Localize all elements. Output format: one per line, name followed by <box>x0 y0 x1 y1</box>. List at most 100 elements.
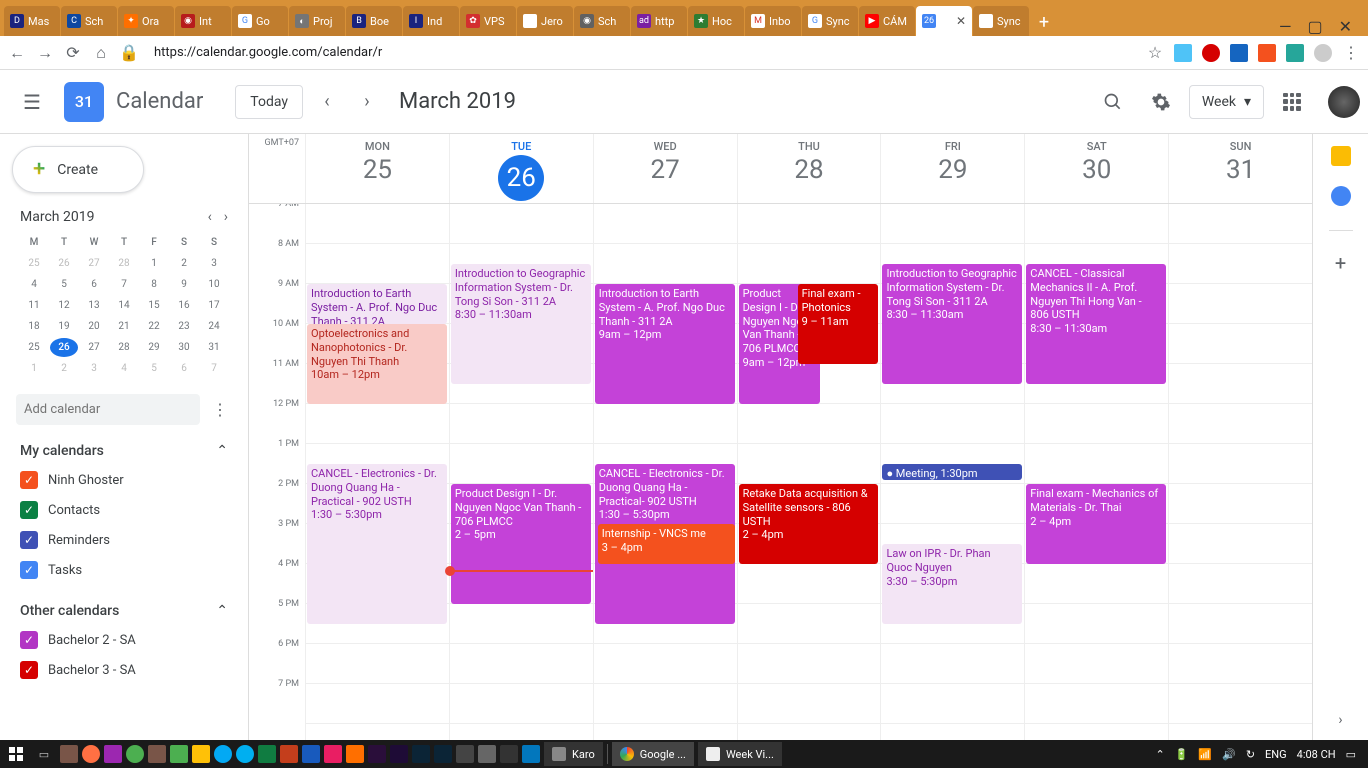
mini-day[interactable]: 4 <box>110 359 138 378</box>
mini-day[interactable]: 5 <box>50 275 78 294</box>
mini-day[interactable]: 25 <box>20 254 48 273</box>
taskbar-icon[interactable] <box>104 745 122 763</box>
profile-icon[interactable] <box>1314 44 1332 62</box>
lock-icon[interactable]: 🔒 <box>120 44 138 62</box>
star-icon[interactable]: ☆ <box>1146 44 1164 62</box>
calendar-event[interactable]: CANCEL - Classical Mechanics II - A. Pro… <box>1026 264 1166 384</box>
browser-tab[interactable]: GSync <box>802 6 858 36</box>
day-column[interactable]: CANCEL - Classical Mechanics II - A. Pro… <box>1024 204 1168 740</box>
day-column[interactable]: Introduction to Geographic Information S… <box>449 204 593 740</box>
browser-tab[interactable]: BBoe <box>346 6 402 36</box>
mini-day[interactable]: 2 <box>50 359 78 378</box>
calendar-event[interactable]: Introduction to Geographic Information S… <box>451 264 591 384</box>
taskbar-icon[interactable] <box>126 745 144 763</box>
browser-tab[interactable]: GGo <box>232 6 288 36</box>
tray-chevron-icon[interactable]: ⌃ <box>1156 748 1165 761</box>
mini-day[interactable]: 22 <box>140 317 168 336</box>
settings-icon[interactable] <box>1141 82 1181 122</box>
calendar-item[interactable]: ✓Tasks <box>20 555 228 585</box>
mini-day[interactable]: 19 <box>50 317 78 336</box>
mini-day[interactable]: 24 <box>200 317 228 336</box>
mini-next-button[interactable]: › <box>224 209 228 225</box>
mini-day[interactable]: 1 <box>140 254 168 273</box>
mini-day[interactable]: 3 <box>80 359 108 378</box>
mini-day[interactable]: 15 <box>140 296 168 315</box>
mini-day[interactable]: 9 <box>170 275 198 294</box>
mini-day[interactable]: 11 <box>20 296 48 315</box>
menu-icon[interactable]: ⋮ <box>1342 44 1360 62</box>
mini-day[interactable]: 23 <box>170 317 198 336</box>
close-tab-icon[interactable]: ✕ <box>956 14 966 28</box>
mini-day[interactable]: 8 <box>140 275 168 294</box>
mini-day[interactable]: 5 <box>140 359 168 378</box>
calendar-event[interactable]: Introduction to Earth System - A. Prof. … <box>595 284 735 404</box>
mini-day[interactable]: 31 <box>200 338 228 357</box>
minimize-button[interactable]: — <box>1279 17 1292 36</box>
tasks-icon[interactable] <box>1331 186 1351 206</box>
mini-day[interactable]: 29 <box>140 338 168 357</box>
powerpoint-icon[interactable] <box>280 745 298 763</box>
calendar-event[interactable]: Introduction to Earth System - A. Prof. … <box>307 284 447 324</box>
mini-day[interactable]: 4 <box>20 275 48 294</box>
day-column[interactable] <box>1168 204 1312 740</box>
close-window-button[interactable]: ✕ <box>1339 17 1352 36</box>
add-on-button[interactable]: + <box>1335 251 1346 275</box>
taskbar-icon[interactable] <box>82 745 100 763</box>
home-button[interactable]: ⌂ <box>92 44 110 62</box>
mini-day[interactable]: 13 <box>80 296 108 315</box>
calendar-event[interactable]: Final exam - Photonics9 – 11am <box>798 284 879 364</box>
checkbox-icon[interactable]: ✓ <box>20 561 38 579</box>
calendar-item[interactable]: ✓Bachelor 3 - SA <box>20 655 228 685</box>
create-button[interactable]: + Create <box>12 146 144 193</box>
prev-week-button[interactable]: ‹ <box>311 86 343 118</box>
day-column[interactable]: Introduction to Earth System - A. Prof. … <box>593 204 737 740</box>
mini-day[interactable]: 6 <box>170 359 198 378</box>
browser-tab[interactable]: ◉Int <box>175 6 231 36</box>
mini-day[interactable]: 16 <box>170 296 198 315</box>
calendar-event[interactable]: CANCEL - Electronics - Dr. Duong Quang H… <box>307 464 447 624</box>
taskbar-app-chrome[interactable]: Google ... <box>612 742 694 766</box>
taskbar-icon[interactable] <box>478 745 496 763</box>
browser-tab[interactable]: DMas <box>4 6 60 36</box>
taskbar-icon[interactable] <box>500 745 518 763</box>
day-column[interactable]: Product Design I - Dr. Nguyen Ngoc Van T… <box>737 204 881 740</box>
aftereffects-icon[interactable] <box>390 745 408 763</box>
mini-prev-button[interactable]: ‹ <box>208 209 212 225</box>
mini-day[interactable]: 6 <box>80 275 108 294</box>
mini-day[interactable]: 10 <box>200 275 228 294</box>
taskbar-icon[interactable] <box>522 745 540 763</box>
mini-day[interactable]: 3 <box>200 254 228 273</box>
reload-button[interactable]: ⟳ <box>64 44 82 62</box>
avatar[interactable] <box>1328 86 1360 118</box>
mini-day[interactable]: 28 <box>110 254 138 273</box>
day-header[interactable]: SUN31 <box>1168 134 1312 203</box>
extension-icon[interactable] <box>1174 44 1192 62</box>
collapse-panel-button[interactable]: › <box>1338 712 1342 728</box>
battery-icon[interactable]: 🔋 <box>1175 748 1189 761</box>
clock[interactable]: 4:08 CH <box>1297 748 1336 761</box>
notifications-icon[interactable]: ▭ <box>1346 748 1356 761</box>
photoshop-icon[interactable] <box>434 745 452 763</box>
browser-tab[interactable]: ⟳Sync <box>973 6 1029 36</box>
browser-tab[interactable]: ★Hoc <box>688 6 744 36</box>
calendar-event[interactable]: Final exam - Mechanics of Materials - Dr… <box>1026 484 1166 564</box>
forward-button[interactable]: → <box>36 44 54 62</box>
maximize-button[interactable]: ▢ <box>1307 17 1322 36</box>
browser-tab[interactable]: MInbo <box>745 6 801 36</box>
mini-day[interactable]: 7 <box>110 275 138 294</box>
calendar-event[interactable]: Internship - VNCS me3 – 4pm <box>598 524 735 564</box>
mini-day[interactable]: 1 <box>20 359 48 378</box>
browser-tab[interactable]: ✿VPS <box>460 6 516 36</box>
mini-day[interactable]: 27 <box>80 338 108 357</box>
mini-day[interactable]: 25 <box>20 338 48 357</box>
today-button[interactable]: Today <box>235 85 303 119</box>
file-explorer-icon[interactable] <box>192 745 210 763</box>
checkbox-icon[interactable]: ✓ <box>20 631 38 649</box>
checkbox-icon[interactable]: ✓ <box>20 531 38 549</box>
my-calendars-toggle[interactable]: My calendars⌃ <box>20 437 228 465</box>
calendar-event[interactable]: Introduction to Geographic Information S… <box>882 264 1022 384</box>
next-week-button[interactable]: › <box>351 86 383 118</box>
hamburger-menu[interactable]: ☰ <box>8 78 56 126</box>
browser-tab[interactable]: ▶CÁM <box>859 6 915 36</box>
mini-day[interactable]: 7 <box>200 359 228 378</box>
